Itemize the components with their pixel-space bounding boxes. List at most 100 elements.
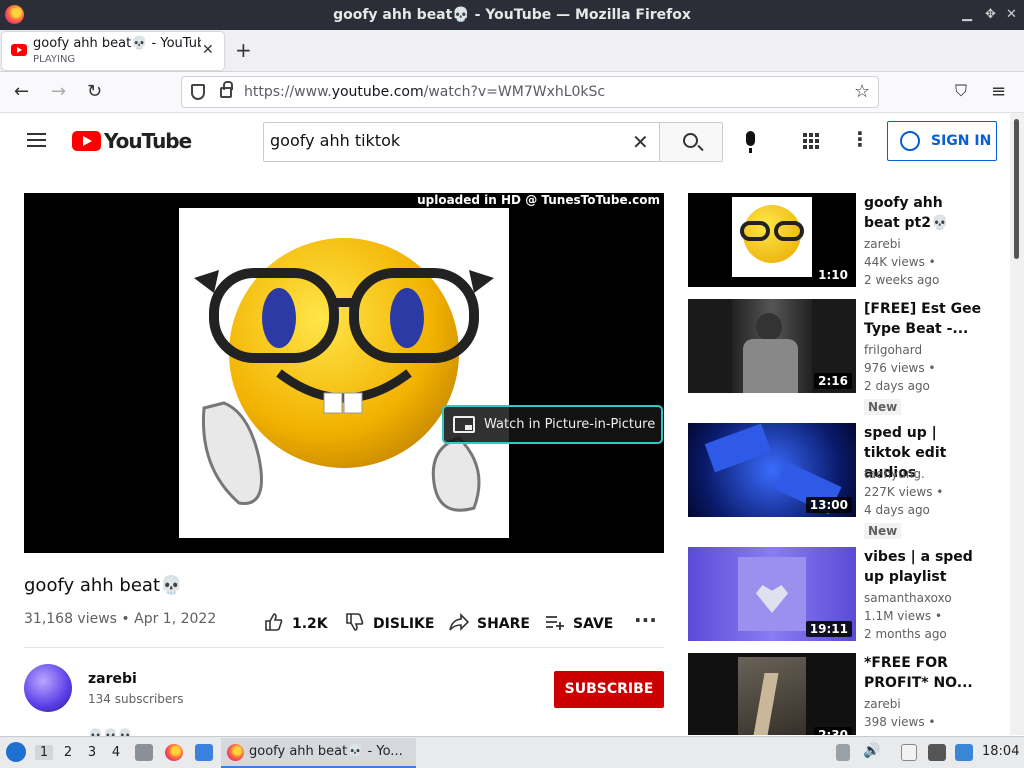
related-channel[interactable]: frilgohard: [864, 343, 922, 357]
related-video[interactable]: 2:30 *FREE FOR PROFIT* NO... zarebi 398 …: [688, 653, 998, 735]
related-thumbnail[interactable]: 13:00: [688, 423, 856, 517]
youtube-header: YouTube ✕ ⋮ SIGN IN: [0, 113, 1010, 171]
related-video[interactable]: 1:10 goofy ahh beat pt2💀 zarebi 44K view…: [688, 193, 998, 293]
network-icon[interactable]: [955, 744, 973, 761]
share-icon: [449, 613, 470, 631]
youtube-logo-text[interactable]: YouTube: [104, 129, 192, 153]
related-views: 44K views •: [864, 255, 936, 269]
workspace-3[interactable]: 3: [83, 745, 101, 760]
related-thumbnail[interactable]: 1:10: [688, 193, 856, 287]
clear-search-icon[interactable]: ✕: [632, 130, 649, 154]
lock-icon[interactable]: [220, 81, 233, 98]
video-duration: 1:10: [814, 267, 852, 283]
new-badge: New: [864, 399, 902, 415]
subscriber-count: 134 subscribers: [88, 692, 184, 706]
settings-more-icon[interactable]: ⋮: [850, 127, 870, 151]
video-player[interactable]: uploaded in HD @ TunesToTube.com: [24, 193, 664, 553]
nerd-emoji-image: [194, 238, 494, 512]
related-age: 2 months ago: [864, 627, 947, 641]
window-titlebar: goofy ahh beat💀 - YouTube — Mozilla Fire…: [0, 0, 1024, 30]
tracking-shield-icon[interactable]: [191, 84, 205, 100]
notes-icon[interactable]: [901, 744, 917, 761]
save-button[interactable]: SAVE: [545, 612, 613, 632]
microphone-icon[interactable]: [746, 131, 755, 153]
app-menu-icon[interactable]: ≡: [991, 81, 1006, 102]
related-video[interactable]: 13:00 sped up | tiktok edit audios taehy…: [688, 423, 998, 541]
related-age: 4 days ago: [864, 503, 930, 517]
video-duration: 2:30: [814, 727, 852, 735]
display-icon[interactable]: [928, 744, 946, 761]
workspace-4[interactable]: 4: [107, 745, 125, 760]
search-input[interactable]: [270, 131, 620, 150]
video-duration: 19:11: [805, 621, 852, 637]
related-title[interactable]: vibes | a sped up playlist: [864, 547, 982, 587]
related-title[interactable]: goofy ahh beat pt2💀: [864, 193, 982, 233]
tab-close-icon[interactable]: ✕: [202, 42, 214, 58]
channel-avatar[interactable]: [24, 664, 72, 712]
workspace-2[interactable]: 2: [59, 745, 77, 760]
window-title: goofy ahh beat💀 - YouTube — Mozilla Fire…: [333, 7, 691, 23]
url-bar[interactable]: https://www.youtube.com/watch?v=WM7WxhL0…: [181, 76, 879, 108]
start-menu-icon[interactable]: [6, 742, 26, 762]
navigation-toolbar: ← → ↻ https://www.youtube.com/watch?v=WM…: [0, 72, 1024, 113]
video-frame: [179, 208, 509, 538]
volume-icon[interactable]: 🔊: [863, 743, 880, 759]
tab-bar: goofy ahh beat💀 - YouTube PLAYING ✕ +: [0, 30, 1024, 72]
subscribe-button[interactable]: SUBSCRIBE: [554, 671, 664, 708]
page-scrollbar[interactable]: [1010, 113, 1024, 735]
back-button[interactable]: ←: [14, 81, 29, 102]
playlist-add-icon: [546, 616, 564, 630]
picture-in-picture-icon: [453, 416, 475, 433]
related-channel[interactable]: zarebi: [864, 697, 901, 711]
related-channel[interactable]: taehyung.: [864, 467, 925, 481]
tab-youtube[interactable]: goofy ahh beat💀 - YouTube PLAYING ✕: [2, 32, 224, 70]
related-age: 2 days ago: [864, 379, 930, 393]
search-box[interactable]: ✕: [263, 122, 660, 162]
scrollbar-thumb[interactable]: [1014, 119, 1019, 259]
firefox-launcher-icon[interactable]: [165, 744, 183, 761]
related-channel[interactable]: samanthaxoxo: [864, 591, 952, 605]
related-views: 398 views •: [864, 715, 936, 729]
url-text[interactable]: https://www.youtube.com/watch?v=WM7WxhL0…: [244, 84, 605, 100]
dislike-button[interactable]: DISLIKE: [345, 612, 434, 632]
youtube-logo-icon[interactable]: [72, 131, 101, 151]
related-video[interactable]: 19:11 vibes | a sped up playlist samanth…: [688, 547, 998, 647]
video-meta: 31,168 views • Apr 1, 2022: [24, 611, 217, 627]
more-actions-icon[interactable]: ···: [634, 608, 657, 632]
restore-icon[interactable]: ✥: [985, 7, 996, 22]
video-duration: 13:00: [805, 497, 852, 513]
new-tab-button[interactable]: +: [235, 38, 252, 62]
bookmark-star-icon[interactable]: ☆: [854, 81, 870, 102]
clock: 18:04: [982, 744, 1020, 759]
desktop-icon[interactable]: [195, 744, 213, 761]
sign-in-button[interactable]: SIGN IN: [887, 121, 997, 161]
related-thumbnail[interactable]: 2:30: [688, 653, 856, 735]
clipboard-icon[interactable]: [836, 744, 850, 761]
related-title[interactable]: *FREE FOR PROFIT* NO...: [864, 653, 982, 693]
minimize-icon[interactable]: ▁: [962, 7, 972, 22]
related-thumbnail[interactable]: 19:11: [688, 547, 856, 641]
forward-button[interactable]: →: [51, 81, 66, 102]
file-manager-icon[interactable]: [135, 744, 153, 761]
new-badge: New: [864, 523, 902, 539]
related-title[interactable]: [FREE] Est Gee Type Beat -...: [864, 299, 982, 339]
related-channel[interactable]: zarebi: [864, 237, 901, 251]
channel-name[interactable]: zarebi: [88, 671, 137, 687]
picture-in-picture-button[interactable]: Watch in Picture-in-Picture: [442, 405, 663, 444]
related-thumbnail[interactable]: 2:16: [688, 299, 856, 393]
related-video[interactable]: 2:16 [FREE] Est Gee Type Beat -... frilg…: [688, 299, 998, 417]
close-window-icon[interactable]: ✕: [1006, 7, 1017, 22]
video-title: goofy ahh beat💀: [24, 575, 183, 596]
like-button[interactable]: 1.2K: [264, 612, 328, 632]
taskbar-firefox-window[interactable]: goofy ahh beat💀 - Yo...: [221, 738, 416, 768]
reload-button[interactable]: ↻: [87, 81, 102, 102]
related-age: 2 weeks ago: [864, 273, 940, 287]
video-watermark: uploaded in HD @ TunesToTube.com: [417, 193, 660, 207]
search-button[interactable]: [659, 122, 723, 162]
apps-grid-icon[interactable]: [803, 133, 819, 149]
pocket-icon[interactable]: ⛉: [955, 81, 967, 101]
share-button[interactable]: SHARE: [449, 612, 530, 632]
related-views: 1.1M views •: [864, 609, 943, 623]
hamburger-menu-icon[interactable]: [27, 133, 46, 147]
workspace-1[interactable]: 1: [35, 745, 53, 760]
